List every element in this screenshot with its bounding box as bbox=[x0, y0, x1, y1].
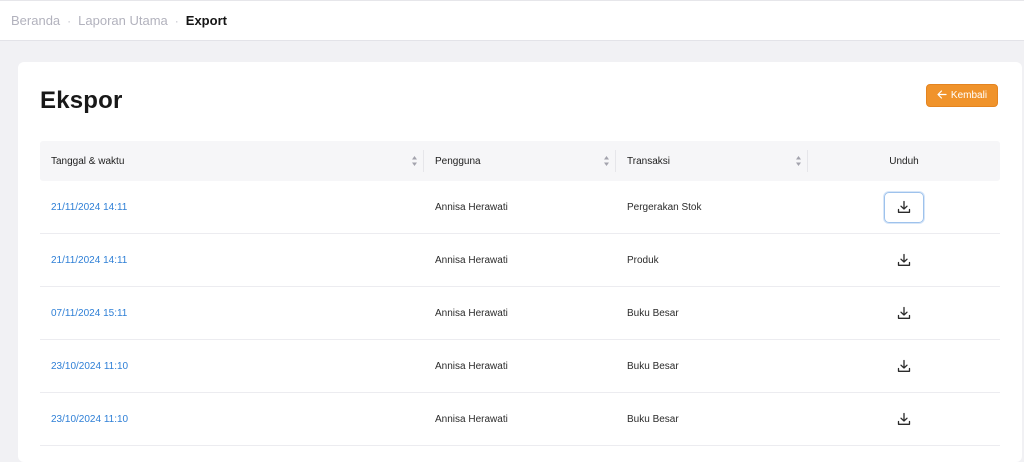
table-row: 07/11/2024 15:11 Annisa Herawati Buku Be… bbox=[40, 287, 1000, 340]
cell-datetime[interactable]: 07/11/2024 15:11 bbox=[40, 308, 424, 319]
back-button-label: Kembali bbox=[950, 90, 988, 101]
sort-icon[interactable] bbox=[410, 154, 418, 168]
export-table: Tanggal & waktu Pengguna Transaksi Unduh… bbox=[40, 141, 1000, 446]
cell-download bbox=[808, 351, 1000, 382]
cell-transaction: Pergerakan Stok bbox=[627, 201, 702, 213]
cell-datetime[interactable]: 23/10/2024 11:10 bbox=[40, 414, 424, 425]
cell-download bbox=[808, 191, 1000, 223]
sort-icon[interactable] bbox=[794, 154, 802, 168]
cell-download bbox=[808, 245, 1000, 276]
page-title: Ekspor bbox=[40, 87, 123, 114]
table-row: 23/10/2024 11:10 Annisa Herawati Buku Be… bbox=[40, 340, 1000, 393]
cell-download bbox=[808, 298, 1000, 329]
cell-datetime[interactable]: 21/11/2024 14:11 bbox=[40, 255, 424, 266]
column-header-user[interactable]: Pengguna bbox=[424, 141, 616, 181]
download-button[interactable] bbox=[884, 245, 924, 276]
breadcrumb-item-beranda[interactable]: Beranda bbox=[11, 13, 60, 28]
cell-datetime[interactable]: 21/11/2024 14:11 bbox=[40, 202, 424, 213]
breadcrumb-bar: Beranda · Laporan Utama · Export bbox=[0, 0, 1024, 41]
download-button[interactable] bbox=[884, 191, 924, 223]
cell-user: Annisa Herawati bbox=[435, 201, 508, 213]
download-button[interactable] bbox=[884, 351, 924, 382]
cell-transaction: Produk bbox=[627, 254, 659, 266]
column-header-label: Unduh bbox=[889, 155, 919, 167]
cell-transaction: Buku Besar bbox=[627, 413, 679, 425]
back-button[interactable]: Kembali bbox=[926, 84, 998, 107]
column-header-label: Transaksi bbox=[627, 155, 670, 167]
export-card: Ekspor Kembali Tanggal & waktu Pengguna bbox=[18, 62, 1022, 462]
breadcrumb-separator: · bbox=[67, 13, 72, 28]
table-header: Tanggal & waktu Pengguna Transaksi Unduh bbox=[40, 141, 1000, 181]
download-icon bbox=[897, 306, 911, 319]
cell-download bbox=[808, 404, 1000, 435]
breadcrumb-item-laporan-utama[interactable]: Laporan Utama bbox=[78, 13, 168, 28]
column-header-datetime[interactable]: Tanggal & waktu bbox=[40, 141, 424, 181]
arrow-left-icon bbox=[937, 89, 947, 102]
column-header-transaction[interactable]: Transaksi bbox=[616, 141, 808, 181]
cell-datetime[interactable]: 23/10/2024 11:10 bbox=[40, 361, 424, 372]
cell-user: Annisa Herawati bbox=[435, 307, 508, 319]
breadcrumb-current: Export bbox=[185, 13, 227, 28]
download-icon bbox=[897, 200, 911, 213]
download-icon bbox=[897, 253, 911, 266]
cell-user: Annisa Herawati bbox=[435, 360, 508, 372]
cell-transaction: Buku Besar bbox=[627, 307, 679, 319]
cell-transaction: Buku Besar bbox=[627, 360, 679, 372]
download-button[interactable] bbox=[884, 298, 924, 329]
column-header-download: Unduh bbox=[808, 141, 1000, 181]
download-button[interactable] bbox=[884, 404, 924, 435]
column-header-label: Pengguna bbox=[435, 155, 481, 167]
table-row: 21/11/2024 14:11 Annisa Herawati Pergera… bbox=[40, 181, 1000, 234]
table-row: 21/11/2024 14:11 Annisa Herawati Produk bbox=[40, 234, 1000, 287]
download-icon bbox=[897, 412, 911, 425]
cell-user: Annisa Herawati bbox=[435, 413, 508, 425]
download-icon bbox=[897, 359, 911, 372]
breadcrumb-separator: · bbox=[174, 13, 179, 28]
table-row: 23/10/2024 11:10 Annisa Herawati Buku Be… bbox=[40, 393, 1000, 446]
column-header-label: Tanggal & waktu bbox=[51, 155, 125, 167]
cell-user: Annisa Herawati bbox=[435, 254, 508, 266]
sort-icon[interactable] bbox=[602, 154, 610, 168]
